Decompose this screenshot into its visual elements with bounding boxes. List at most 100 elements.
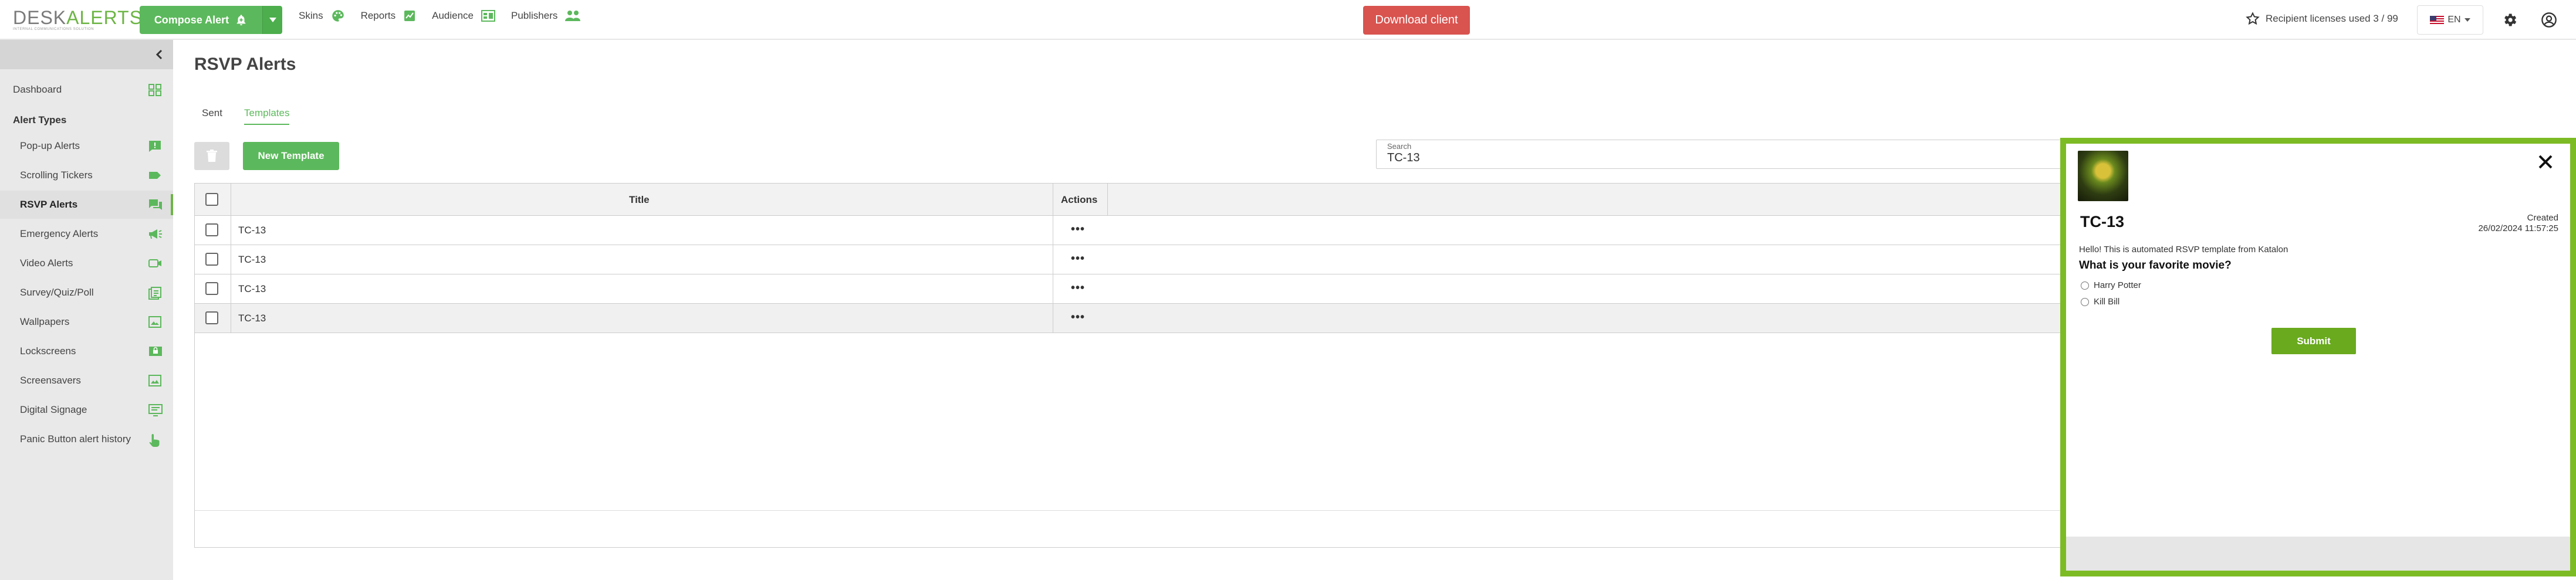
nav-publishers[interactable]: Publishers: [511, 9, 581, 22]
preview-title: TC-13: [2080, 213, 2125, 230]
compose-alert-label: Compose Alert: [154, 13, 229, 26]
new-template-button[interactable]: New Template: [243, 142, 339, 170]
sidebar: Dashboard Alert Types Pop-up Alerts Scro…: [0, 40, 173, 580]
popup-icon: [149, 141, 161, 152]
sidebar-collapse-button[interactable]: [0, 40, 173, 69]
row-checkbox[interactable]: [205, 282, 218, 295]
sidebar-item-label: Lockscreens: [20, 345, 76, 357]
sidebar-item-rsvp-alerts[interactable]: RSVP Alerts: [0, 191, 173, 219]
us-flag-icon: [2430, 16, 2445, 24]
sidebar-item-video-alerts[interactable]: Video Alerts: [0, 249, 173, 277]
column-header-actions: Actions: [1061, 194, 1098, 205]
compose-dropdown-toggle[interactable]: [262, 6, 282, 34]
tab-sent[interactable]: Sent: [202, 107, 222, 124]
sidebar-item-panic-button-history[interactable]: Panic Button alert history: [0, 425, 173, 453]
compose-alert-button[interactable]: Compose Alert: [140, 6, 262, 34]
sidebar-item-label: Wallpapers: [20, 316, 70, 327]
templates-table: Title Actions TC-13 ••• TC-13 ••• TC-13 …: [194, 183, 2080, 548]
column-header-title[interactable]: Title: [629, 194, 650, 206]
search-field[interactable]: Search TC-13: [1376, 140, 2080, 169]
sidebar-item-label: RSVP Alerts: [20, 199, 78, 210]
row-title[interactable]: TC-13: [238, 283, 266, 295]
sidebar-item-wallpapers[interactable]: Wallpapers: [0, 308, 173, 336]
table-row[interactable]: TC-13 •••: [195, 274, 2080, 304]
nav-skins-label: Skins: [299, 10, 323, 21]
row-title[interactable]: TC-13: [238, 225, 266, 236]
user-circle-icon: [2541, 12, 2557, 28]
lockscreen-icon: [149, 347, 162, 356]
row-checkbox[interactable]: [205, 223, 218, 236]
video-icon: [148, 259, 161, 267]
user-account-button[interactable]: [2541, 12, 2557, 28]
deskalerts-logo[interactable]: DESKALERTS INTERNAL COMMUNICATIONS SOLUT…: [13, 8, 142, 32]
rsvp-option[interactable]: Harry Potter: [2081, 280, 2141, 290]
created-date: 26/02/2024 11:57:25: [2478, 223, 2558, 233]
row-actions-menu[interactable]: •••: [1071, 223, 1085, 235]
chart-icon: [404, 11, 415, 21]
chat-icon: [149, 199, 162, 210]
search-input[interactable]: TC-13: [1387, 151, 1420, 165]
preview-body-text: Hello! This is automated RSVP template f…: [2079, 245, 2288, 255]
close-icon: [2538, 155, 2553, 169]
top-bar: DESKALERTS INTERNAL COMMUNICATIONS SOLUT…: [0, 0, 2576, 40]
radio-button[interactable]: [2081, 297, 2089, 306]
survey-icon: [148, 287, 161, 300]
alert-preview-panel: TC-13 Created 26/02/2024 11:57:25 Hello!…: [2060, 138, 2576, 576]
nav-audience[interactable]: Audience: [432, 9, 496, 23]
table-row[interactable]: TC-13 •••: [195, 304, 2080, 333]
rsvp-option[interactable]: Kill Bill: [2081, 297, 2119, 307]
sidebar-item-emergency-alerts[interactable]: Emergency Alerts: [0, 220, 173, 248]
sidebar-item-label: Screensavers: [20, 375, 81, 386]
trash-icon: [207, 150, 217, 162]
submit-button[interactable]: Submit: [2271, 328, 2356, 354]
sidebar-item-digital-signage[interactable]: Digital Signage: [0, 396, 173, 424]
sidebar-item-dashboard[interactable]: Dashboard: [0, 76, 173, 104]
row-actions-menu[interactable]: •••: [1071, 282, 1085, 294]
nav-publishers-label: Publishers: [511, 10, 558, 21]
row-checkbox[interactable]: [205, 253, 218, 266]
select-all-checkbox[interactable]: [205, 193, 218, 206]
preview-footer: [2066, 537, 2570, 571]
sidebar-item-survey-quiz-poll[interactable]: Survey/Quiz/Poll: [0, 279, 173, 307]
preview-created: Created 26/02/2024 11:57:25: [2478, 213, 2558, 234]
language-select[interactable]: EN: [2417, 5, 2483, 35]
sidebar-item-popup-alerts[interactable]: Pop-up Alerts: [0, 132, 173, 160]
megaphone-icon: [149, 229, 162, 239]
sidebar-item-label: Emergency Alerts: [20, 228, 99, 239]
compose-alert-group: Compose Alert: [140, 6, 282, 34]
table-row[interactable]: TC-13 •••: [195, 216, 2080, 245]
row-actions-menu[interactable]: •••: [1071, 253, 1085, 264]
sidebar-item-label: Survey/Quiz/Poll: [20, 287, 94, 298]
settings-button[interactable]: [2501, 12, 2518, 28]
sidebar-section-alert-types: Alert Types: [13, 114, 67, 126]
close-preview-button[interactable]: [2538, 154, 2553, 169]
dashboard-grid-icon: [148, 84, 161, 96]
row-title[interactable]: TC-13: [238, 313, 266, 324]
screensaver-icon: [148, 375, 161, 386]
nav-reports-label: Reports: [360, 10, 396, 21]
preview-question: What is your favorite movie?: [2079, 259, 2232, 272]
nav-reports[interactable]: Reports: [361, 9, 417, 23]
sidebar-item-scrolling-tickers[interactable]: Scrolling Tickers: [0, 161, 173, 189]
delete-selected-button[interactable]: [194, 142, 229, 170]
chevron-left-icon: [155, 49, 163, 60]
table-header: Title Actions: [195, 184, 2080, 216]
radio-button[interactable]: [2081, 281, 2089, 290]
signage-icon: [148, 404, 163, 416]
palette-icon: [332, 10, 344, 22]
nav-skins[interactable]: Skins: [299, 8, 346, 23]
sidebar-item-label: Video Alerts: [20, 257, 73, 269]
sidebar-item-label: Dashboard: [13, 84, 62, 95]
table-footer-divider: [195, 510, 2080, 511]
download-client-button[interactable]: Download client: [1363, 6, 1470, 35]
page-title: RSVP Alerts: [194, 55, 296, 74]
org-chart-icon: [481, 10, 495, 22]
bell-plus-icon: [236, 15, 246, 26]
row-checkbox[interactable]: [205, 311, 218, 324]
sidebar-item-screensavers[interactable]: Screensavers: [0, 367, 173, 395]
row-actions-menu[interactable]: •••: [1071, 311, 1085, 323]
sidebar-item-lockscreens[interactable]: Lockscreens: [0, 337, 173, 365]
row-title[interactable]: TC-13: [238, 254, 266, 266]
tab-templates[interactable]: Templates: [244, 107, 290, 125]
table-row[interactable]: TC-13 •••: [195, 245, 2080, 274]
